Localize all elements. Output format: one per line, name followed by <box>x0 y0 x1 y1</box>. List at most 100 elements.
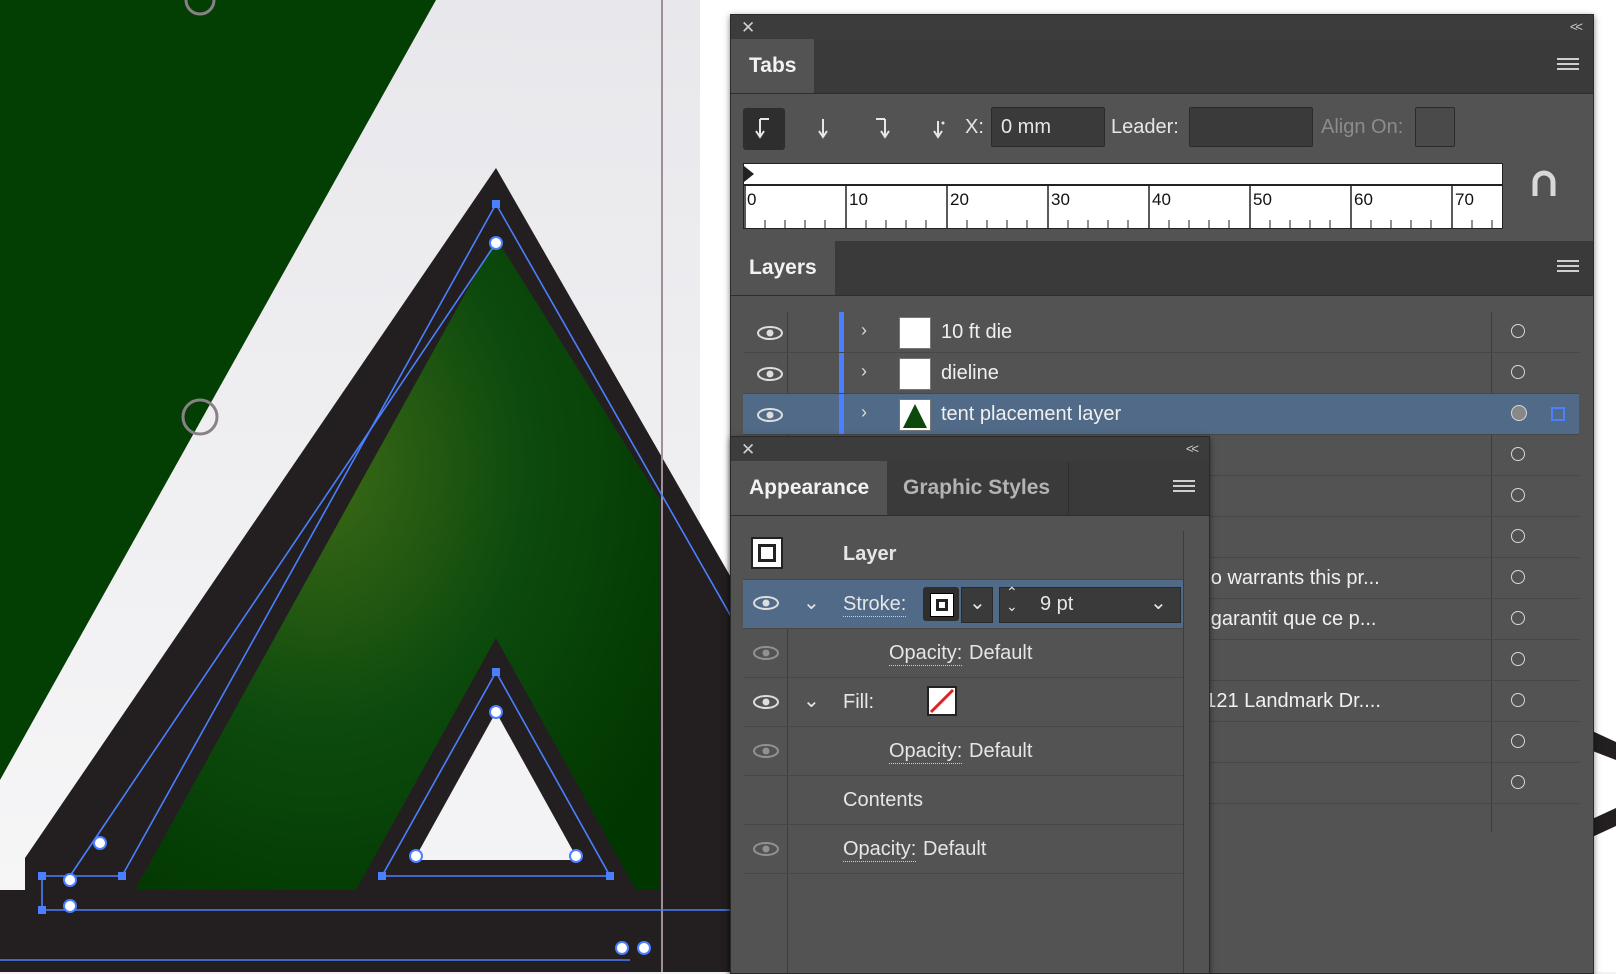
layer-color-bar <box>839 353 844 393</box>
layer-name[interactable]: tent placement layer <box>941 403 1121 426</box>
appearance-list: Layer ⌄ Stroke: ⌄ ⌃ ⌄ 9 pt ⌄ Opacity: De… <box>731 531 1209 973</box>
appearance-target-row: Layer <box>743 531 1183 580</box>
stroke-label[interactable]: Stroke: <box>843 593 907 617</box>
align-on-label: Align On: <box>1321 116 1404 138</box>
chevron-down-icon[interactable]: ⌄ <box>803 590 820 615</box>
target-circle-icon[interactable] <box>1511 775 1525 789</box>
layer-thumbnail <box>899 399 931 431</box>
layer-target-swatch <box>751 537 783 569</box>
target-circle-icon[interactable] <box>1511 447 1525 461</box>
tab-appearance[interactable]: Appearance <box>731 461 888 515</box>
align-on-field[interactable] <box>1415 107 1455 147</box>
appearance-panel: ✕ << Appearance Graphic Styles Layer ⌄ S… <box>730 436 1210 974</box>
stroke-weight-value[interactable]: 9 pt <box>1040 593 1073 616</box>
visibility-eye-icon[interactable] <box>753 646 779 660</box>
layer-color-bar <box>839 312 844 352</box>
layer-row-selected[interactable]: › tent placement layer <box>743 394 1579 435</box>
visibility-eye-icon[interactable] <box>753 695 779 709</box>
decimal-tab-icon <box>933 121 945 139</box>
stroke-weight-stepper[interactable]: ⌃ ⌄ 9 pt ⌄ <box>999 584 1181 623</box>
tabs-panel-tabbar: Tabs <box>731 39 1593 94</box>
opacity-label[interactable]: Opacity: <box>889 642 963 666</box>
panel-menu-icon[interactable] <box>1173 480 1195 496</box>
tab-ruler[interactable]: 0 10 20 30 40 50 60 70 <box>743 185 1503 229</box>
expand-chevron-icon[interactable]: › <box>861 361 867 382</box>
panel-menu-icon[interactable] <box>1557 58 1579 74</box>
ruler-tick-label: 0 <box>747 190 757 209</box>
layer-name[interactable]: 10 ft die <box>941 321 1012 344</box>
target-circle-icon[interactable] <box>1511 324 1525 338</box>
target-circle-icon[interactable] <box>1511 693 1525 707</box>
visibility-eye-icon[interactable] <box>757 408 783 422</box>
appearance-tabbar: Appearance Graphic Styles <box>731 461 1209 516</box>
fill-opacity-row[interactable]: Opacity: Default <box>743 727 1183 776</box>
visibility-eye-icon[interactable] <box>757 367 783 381</box>
collapse-icon[interactable]: << <box>1186 441 1199 456</box>
x-position-field[interactable]: 0 mm <box>991 107 1105 147</box>
opacity-value: Default <box>969 740 1033 762</box>
visibility-eye-icon[interactable] <box>753 596 779 610</box>
chevron-down-icon[interactable]: ⌄ <box>1150 590 1167 615</box>
close-icon[interactable]: ✕ <box>741 18 755 38</box>
target-circle-icon[interactable] <box>1511 652 1525 666</box>
layer-name[interactable]: dieline <box>941 362 999 385</box>
tab-ruler-strip[interactable] <box>743 163 1503 185</box>
collapse-icon[interactable]: << <box>1570 19 1583 34</box>
stroke-opacity-row[interactable]: Opacity: Default <box>743 629 1183 678</box>
tab-graphic-styles[interactable]: Graphic Styles <box>885 461 1070 515</box>
center-justified-tab-button[interactable] <box>802 108 844 150</box>
ruler-tick-label: 70 <box>1455 190 1474 209</box>
close-icon[interactable]: ✕ <box>741 440 755 460</box>
snap-magnet-icon[interactable] <box>1531 170 1557 200</box>
center-tab-icon <box>818 119 828 139</box>
layers-panel-tabbar: Layers <box>731 241 1593 296</box>
expand-chevron-icon[interactable]: › <box>861 320 867 341</box>
layer-opacity-row[interactable]: Opacity: Default <box>743 825 1183 874</box>
target-circle-icon[interactable] <box>1511 611 1525 625</box>
panel-menu-icon[interactable] <box>1557 260 1579 276</box>
target-circle-icon[interactable] <box>1511 529 1525 543</box>
opacity-value: Default <box>969 642 1033 664</box>
ruler-tick-label: 30 <box>1051 190 1070 209</box>
fill-none-swatch[interactable] <box>927 686 957 716</box>
opacity-label[interactable]: Opacity: <box>843 838 917 862</box>
chevron-down-icon[interactable]: ⌄ <box>803 688 820 713</box>
leader-field[interactable] <box>1189 107 1313 147</box>
target-circle-icon[interactable] <box>1511 570 1525 584</box>
expand-chevron-icon[interactable]: › <box>861 402 867 423</box>
target-circle-icon[interactable] <box>1511 365 1525 379</box>
selection-square-icon[interactable] <box>1551 407 1565 421</box>
ruler-tick-label: 60 <box>1354 190 1373 209</box>
opacity-value: Default <box>923 838 987 860</box>
target-circle-icon[interactable] <box>1511 405 1527 421</box>
layer-color-bar <box>839 394 844 434</box>
visibility-eye-icon[interactable] <box>753 842 779 856</box>
opacity-label[interactable]: Opacity: <box>889 740 963 764</box>
left-tab-icon <box>755 118 769 139</box>
tab-tabs[interactable]: Tabs <box>731 39 815 93</box>
left-justified-tab-button[interactable] <box>743 108 785 150</box>
layer-row[interactable]: › 10 ft die <box>743 312 1579 353</box>
visibility-eye-icon[interactable] <box>757 326 783 340</box>
target-label: Layer <box>843 543 897 565</box>
contents-row[interactable]: Contents <box>743 776 1183 825</box>
leader-label: Leader: <box>1111 116 1179 138</box>
fill-row[interactable]: ⌄ Fill: <box>743 678 1183 727</box>
layer-thumbnail <box>899 358 931 390</box>
x-label: X: <box>965 116 984 138</box>
ruler-tick-label: 40 <box>1152 190 1171 209</box>
decimal-justified-tab-button[interactable] <box>917 108 959 150</box>
tab-layers[interactable]: Layers <box>731 241 835 295</box>
right-tab-icon <box>876 118 890 139</box>
visibility-eye-icon[interactable] <box>753 744 779 758</box>
contents-label: Contents <box>843 789 924 811</box>
stroke-color-dropdown[interactable]: ⌄ <box>961 587 993 623</box>
fill-label[interactable]: Fill: <box>843 691 874 714</box>
right-justified-tab-button[interactable] <box>861 108 903 150</box>
target-circle-icon[interactable] <box>1511 488 1525 502</box>
layer-row[interactable]: › dieline <box>743 353 1579 394</box>
ruler-tick-label: 10 <box>849 190 868 209</box>
stroke-color-swatch[interactable] <box>923 587 959 621</box>
stroke-row[interactable]: ⌄ Stroke: ⌄ ⌃ ⌄ 9 pt ⌄ <box>743 580 1183 629</box>
target-circle-icon[interactable] <box>1511 734 1525 748</box>
